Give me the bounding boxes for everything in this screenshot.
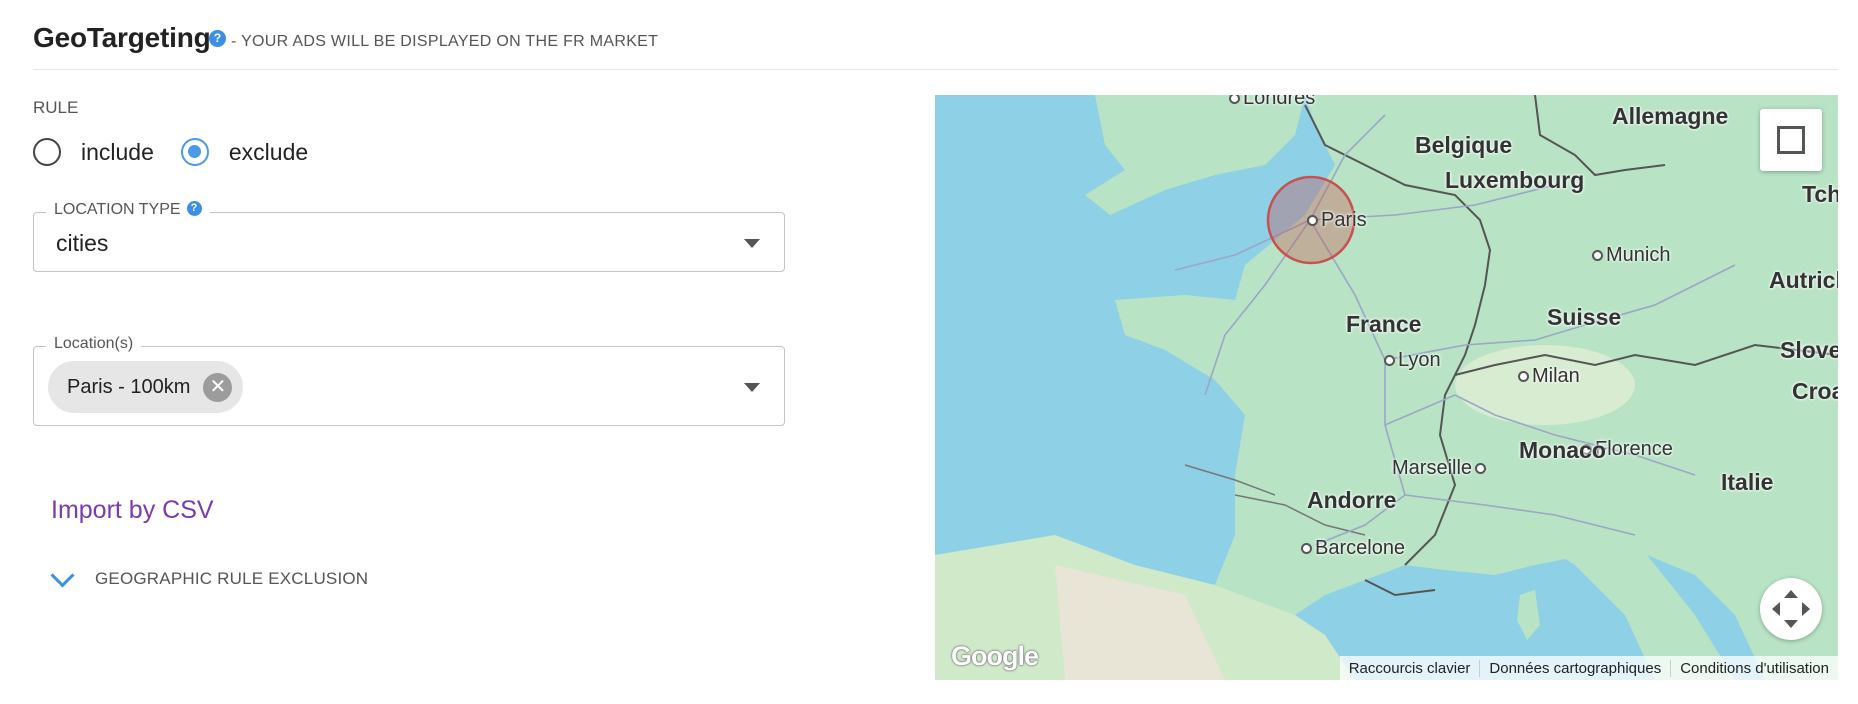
radio-exclude-label[interactable]: exclude xyxy=(229,139,308,166)
location-type-help-icon[interactable]: ? xyxy=(186,201,202,216)
chevron-down-icon[interactable] xyxy=(744,239,760,248)
map-canvas xyxy=(935,95,1838,680)
map-country-allemagne: Allemagne xyxy=(1612,103,1729,129)
market-subtitle: - YOUR ADS WILL BE DISPLAYED ON THE FR M… xyxy=(231,33,659,50)
radio-exclude-circle[interactable] xyxy=(180,138,209,166)
map-city-munich: Munich xyxy=(1592,244,1670,267)
locations-legend: Location(s) xyxy=(46,335,142,353)
map-country-italie: Italie xyxy=(1721,469,1774,495)
geographic-rule-exclusion-label[interactable]: GEOGRAPHIC RULE EXCLUSION xyxy=(95,569,368,589)
pan-arrows-icon xyxy=(1772,590,1810,628)
geographic-rule-exclusion-toggle[interactable]: GEOGRAPHIC RULE EXCLUSION xyxy=(50,562,368,589)
location-type-select[interactable]: LOCATION TYPE? cities xyxy=(33,201,785,272)
map-country-slove: Slove xyxy=(1780,337,1838,363)
map-city-paris: Paris xyxy=(1307,209,1367,232)
location-chip: Paris - 100km ✕ xyxy=(48,361,244,413)
location-chip-label: Paris - 100km xyxy=(67,375,191,398)
map-country-belgique: Belgique xyxy=(1415,132,1513,158)
map-country-france: France xyxy=(1346,311,1422,337)
help-icon[interactable]: ? xyxy=(209,30,226,47)
geotargeting-header: GeoTargeting ? - YOUR ADS WILL BE DISPLA… xyxy=(33,0,1838,70)
map-city-barcelone: Barcelone xyxy=(1301,537,1405,560)
map-country-luxembourg: Luxembourg xyxy=(1445,167,1585,193)
location-type-value: cities xyxy=(56,230,109,256)
radio-include-circle[interactable] xyxy=(33,138,61,166)
map-country-autrich: Autrich xyxy=(1769,267,1838,293)
map-country-tch: Tch xyxy=(1802,181,1838,207)
google-logo: Google xyxy=(951,641,1039,671)
page-title: GeoTargeting xyxy=(33,22,211,53)
map-city-londres: Londres xyxy=(1229,95,1315,110)
map-city-marseille: Marseille xyxy=(1392,457,1486,480)
terms-link[interactable]: Conditions d'utilisation xyxy=(1670,659,1838,677)
chevron-down-icon[interactable] xyxy=(744,383,760,392)
chevron-down-icon[interactable] xyxy=(50,562,75,588)
map-city-milan: Milan xyxy=(1518,365,1580,388)
map-city-lyon: Lyon xyxy=(1384,349,1441,372)
fullscreen-icon xyxy=(1790,139,1805,154)
radio-include[interactable]: include xyxy=(33,138,154,166)
map-country-suisse: Suisse xyxy=(1547,304,1622,330)
map-data-link[interactable]: Données cartographiques xyxy=(1479,659,1670,677)
map-pan-control[interactable] xyxy=(1760,578,1822,640)
location-type-legend: LOCATION TYPE? xyxy=(46,201,210,219)
map-view[interactable]: Londres Paris Munich Lyon Milan Florence… xyxy=(935,95,1838,680)
remove-chip-icon[interactable]: ✕ xyxy=(203,372,233,402)
map-country-croa: Croa xyxy=(1792,378,1838,404)
fullscreen-button[interactable] xyxy=(1760,109,1822,171)
radio-include-label[interactable]: include xyxy=(81,139,154,166)
radio-exclude[interactable]: exclude xyxy=(180,138,308,166)
map-country-andorre: Andorre xyxy=(1307,487,1397,513)
rule-label: RULE xyxy=(33,98,79,117)
rule-radio-group: include exclude xyxy=(33,138,335,166)
locations-select[interactable]: Location(s) Paris - 100km ✕ xyxy=(33,335,785,426)
location-type-legend-text: LOCATION TYPE xyxy=(54,201,181,218)
import-csv-link[interactable]: Import by CSV xyxy=(51,496,214,525)
keyboard-shortcuts-link[interactable]: Raccourcis clavier xyxy=(1340,660,1480,677)
map-country-monaco: Monaco xyxy=(1519,437,1606,463)
map-attribution: Raccourcis clavier Données cartographiqu… xyxy=(1339,656,1838,680)
